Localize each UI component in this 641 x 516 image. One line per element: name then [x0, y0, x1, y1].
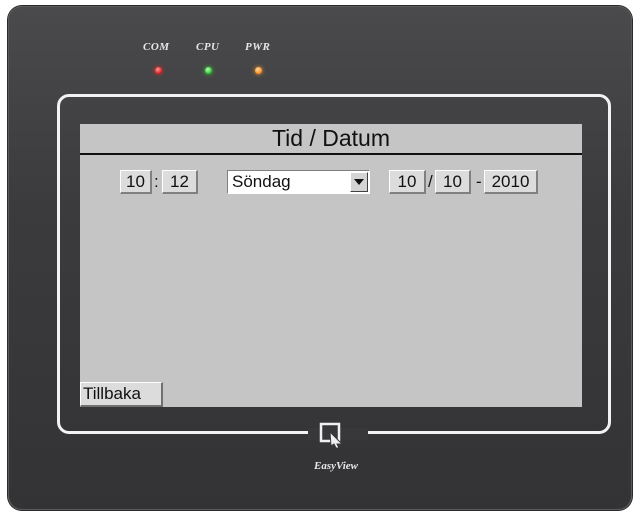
weekday-select[interactable]: Söndag — [227, 170, 370, 194]
led-label-pwr: PWR — [245, 41, 271, 53]
led-label-com: COM — [143, 41, 170, 53]
date-separator-slash: / — [428, 172, 433, 191]
cpu-led-indicator — [205, 67, 212, 74]
time-separator: : — [154, 172, 159, 191]
brand-label: EasyView — [313, 460, 358, 472]
back-button[interactable]: Tillbaka — [80, 382, 163, 407]
year-field[interactable]: 2010 — [484, 170, 538, 194]
month-field[interactable]: 10 — [435, 170, 471, 194]
date-separator-dash: - — [476, 172, 482, 191]
touch-screen: Tid / Datum 10 : 12 Söndag 10 / 10 - 201… — [80, 124, 582, 407]
pwr-led-indicator — [255, 67, 262, 74]
minute-field[interactable]: 12 — [162, 170, 198, 194]
hour-field[interactable]: 10 — [120, 170, 152, 194]
led-label-cpu: CPU — [196, 41, 220, 53]
com-led-indicator — [155, 67, 162, 74]
day-field[interactable]: 10 — [389, 170, 426, 194]
chevron-down-icon[interactable] — [350, 172, 368, 192]
weekday-value: Söndag — [232, 172, 291, 191]
easyview-logo-icon — [319, 422, 349, 449]
page-title: Tid / Datum — [80, 124, 582, 155]
